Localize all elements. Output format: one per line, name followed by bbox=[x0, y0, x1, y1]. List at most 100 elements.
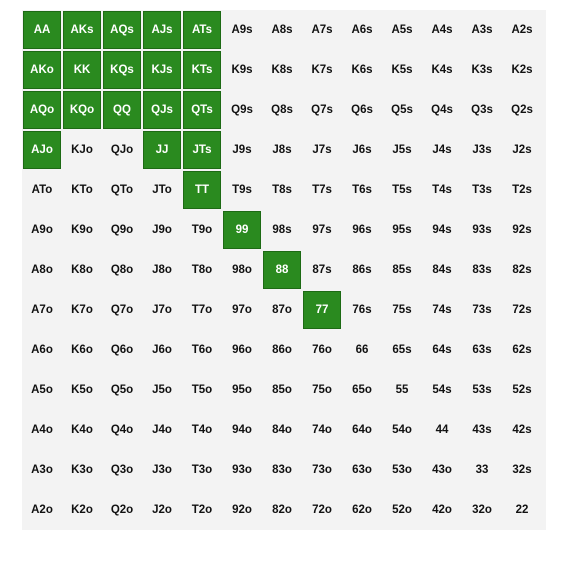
hand-cell-66[interactable]: 66 bbox=[343, 331, 381, 369]
hand-cell-j6o[interactable]: J6o bbox=[143, 331, 181, 369]
hand-cell-jj[interactable]: JJ bbox=[143, 131, 181, 169]
hand-cell-qjo[interactable]: QJo bbox=[103, 131, 141, 169]
hand-cell-t5s[interactable]: T5s bbox=[383, 171, 421, 209]
hand-cell-ajs[interactable]: AJs bbox=[143, 11, 181, 49]
hand-cell-32s[interactable]: 32s bbox=[503, 451, 541, 489]
hand-cell-64o[interactable]: 64o bbox=[343, 411, 381, 449]
hand-cell-j9s[interactable]: J9s bbox=[223, 131, 261, 169]
hand-cell-aks[interactable]: AKs bbox=[63, 11, 101, 49]
hand-cell-q7s[interactable]: Q7s bbox=[303, 91, 341, 129]
hand-cell-55[interactable]: 55 bbox=[383, 371, 421, 409]
hand-cell-94s[interactable]: 94s bbox=[423, 211, 461, 249]
hand-cell-q8o[interactable]: Q8o bbox=[103, 251, 141, 289]
hand-cell-kjs[interactable]: KJs bbox=[143, 51, 181, 89]
hand-cell-t7s[interactable]: T7s bbox=[303, 171, 341, 209]
hand-cell-k4o[interactable]: K4o bbox=[63, 411, 101, 449]
hand-cell-k9s[interactable]: K9s bbox=[223, 51, 261, 89]
hand-cell-k3o[interactable]: K3o bbox=[63, 451, 101, 489]
hand-cell-q5o[interactable]: Q5o bbox=[103, 371, 141, 409]
hand-cell-k6s[interactable]: K6s bbox=[343, 51, 381, 89]
hand-cell-kts[interactable]: KTs bbox=[183, 51, 221, 89]
hand-cell-83o[interactable]: 83o bbox=[263, 451, 301, 489]
hand-cell-82o[interactable]: 82o bbox=[263, 491, 301, 529]
hand-cell-k5o[interactable]: K5o bbox=[63, 371, 101, 409]
hand-cell-q9o[interactable]: Q9o bbox=[103, 211, 141, 249]
hand-cell-87o[interactable]: 87o bbox=[263, 291, 301, 329]
hand-cell-65o[interactable]: 65o bbox=[343, 371, 381, 409]
hand-cell-kjo[interactable]: KJo bbox=[63, 131, 101, 169]
hand-cell-jto[interactable]: JTo bbox=[143, 171, 181, 209]
hand-cell-a3s[interactable]: A3s bbox=[463, 11, 501, 49]
hand-cell-j2o[interactable]: J2o bbox=[143, 491, 181, 529]
hand-cell-32o[interactable]: 32o bbox=[463, 491, 501, 529]
hand-cell-t9s[interactable]: T9s bbox=[223, 171, 261, 209]
hand-cell-q2o[interactable]: Q2o bbox=[103, 491, 141, 529]
hand-cell-kto[interactable]: KTo bbox=[63, 171, 101, 209]
hand-cell-k4s[interactable]: K4s bbox=[423, 51, 461, 89]
hand-cell-83s[interactable]: 83s bbox=[463, 251, 501, 289]
hand-cell-85s[interactable]: 85s bbox=[383, 251, 421, 289]
hand-cell-t8o[interactable]: T8o bbox=[183, 251, 221, 289]
hand-cell-86s[interactable]: 86s bbox=[343, 251, 381, 289]
hand-cell-j9o[interactable]: J9o bbox=[143, 211, 181, 249]
hand-cell-a3o[interactable]: A3o bbox=[23, 451, 61, 489]
hand-cell-t2s[interactable]: T2s bbox=[503, 171, 541, 209]
hand-cell-93s[interactable]: 93s bbox=[463, 211, 501, 249]
hand-cell-a9s[interactable]: A9s bbox=[223, 11, 261, 49]
hand-cell-j5o[interactable]: J5o bbox=[143, 371, 181, 409]
hand-cell-a4s[interactable]: A4s bbox=[423, 11, 461, 49]
hand-cell-43s[interactable]: 43s bbox=[463, 411, 501, 449]
hand-cell-42s[interactable]: 42s bbox=[503, 411, 541, 449]
hand-cell-q6s[interactable]: Q6s bbox=[343, 91, 381, 129]
hand-cell-k7s[interactable]: K7s bbox=[303, 51, 341, 89]
hand-cell-j3s[interactable]: J3s bbox=[463, 131, 501, 169]
hand-cell-q6o[interactable]: Q6o bbox=[103, 331, 141, 369]
hand-cell-t3s[interactable]: T3s bbox=[463, 171, 501, 209]
hand-cell-74o[interactable]: 74o bbox=[303, 411, 341, 449]
hand-cell-j5s[interactable]: J5s bbox=[383, 131, 421, 169]
hand-cell-86o[interactable]: 86o bbox=[263, 331, 301, 369]
hand-cell-aqo[interactable]: AQo bbox=[23, 91, 61, 129]
hand-cell-64s[interactable]: 64s bbox=[423, 331, 461, 369]
hand-cell-j8o[interactable]: J8o bbox=[143, 251, 181, 289]
hand-cell-95s[interactable]: 95s bbox=[383, 211, 421, 249]
hand-cell-q4o[interactable]: Q4o bbox=[103, 411, 141, 449]
hand-cell-kk[interactable]: KK bbox=[63, 51, 101, 89]
hand-cell-52s[interactable]: 52s bbox=[503, 371, 541, 409]
hand-cell-j7o[interactable]: J7o bbox=[143, 291, 181, 329]
hand-cell-97s[interactable]: 97s bbox=[303, 211, 341, 249]
hand-cell-95o[interactable]: 95o bbox=[223, 371, 261, 409]
hand-cell-ato[interactable]: ATo bbox=[23, 171, 61, 209]
hand-cell-62s[interactable]: 62s bbox=[503, 331, 541, 369]
hand-cell-75o[interactable]: 75o bbox=[303, 371, 341, 409]
hand-cell-22[interactable]: 22 bbox=[503, 491, 541, 529]
hand-cell-99[interactable]: 99 bbox=[223, 211, 261, 249]
hand-cell-t7o[interactable]: T7o bbox=[183, 291, 221, 329]
hand-cell-q5s[interactable]: Q5s bbox=[383, 91, 421, 129]
hand-cell-a9o[interactable]: A9o bbox=[23, 211, 61, 249]
hand-cell-92o[interactable]: 92o bbox=[223, 491, 261, 529]
hand-cell-63s[interactable]: 63s bbox=[463, 331, 501, 369]
hand-cell-t2o[interactable]: T2o bbox=[183, 491, 221, 529]
hand-cell-tt[interactable]: TT bbox=[183, 171, 221, 209]
hand-cell-t5o[interactable]: T5o bbox=[183, 371, 221, 409]
hand-cell-k9o[interactable]: K9o bbox=[63, 211, 101, 249]
hand-cell-k7o[interactable]: K7o bbox=[63, 291, 101, 329]
hand-cell-qts[interactable]: QTs bbox=[183, 91, 221, 129]
hand-cell-96o[interactable]: 96o bbox=[223, 331, 261, 369]
hand-cell-k8o[interactable]: K8o bbox=[63, 251, 101, 289]
hand-cell-t9o[interactable]: T9o bbox=[183, 211, 221, 249]
hand-cell-j3o[interactable]: J3o bbox=[143, 451, 181, 489]
hand-cell-54o[interactable]: 54o bbox=[383, 411, 421, 449]
hand-cell-t6o[interactable]: T6o bbox=[183, 331, 221, 369]
hand-cell-k2o[interactable]: K2o bbox=[63, 491, 101, 529]
hand-cell-54s[interactable]: 54s bbox=[423, 371, 461, 409]
hand-cell-88[interactable]: 88 bbox=[263, 251, 301, 289]
hand-cell-a5o[interactable]: A5o bbox=[23, 371, 61, 409]
hand-cell-94o[interactable]: 94o bbox=[223, 411, 261, 449]
hand-cell-76s[interactable]: 76s bbox=[343, 291, 381, 329]
hand-cell-52o[interactable]: 52o bbox=[383, 491, 421, 529]
hand-cell-92s[interactable]: 92s bbox=[503, 211, 541, 249]
hand-cell-44[interactable]: 44 bbox=[423, 411, 461, 449]
hand-cell-q3o[interactable]: Q3o bbox=[103, 451, 141, 489]
